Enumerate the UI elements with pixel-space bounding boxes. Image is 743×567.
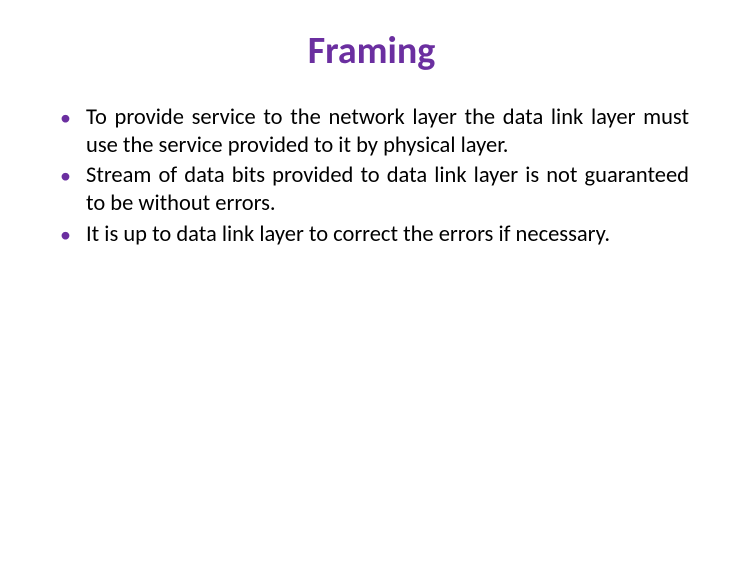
slide: Framing To provide service to the networ… (0, 0, 743, 567)
slide-body: To provide service to the network layer … (0, 104, 743, 249)
bullet-list: To provide service to the network layer … (54, 104, 689, 249)
bullet-item: Stream of data bits provided to data lin… (54, 162, 689, 218)
slide-title: Framing (0, 28, 743, 74)
bullet-item: To provide service to the network layer … (54, 104, 689, 160)
bullet-item: It is up to data link layer to correct t… (54, 221, 689, 249)
